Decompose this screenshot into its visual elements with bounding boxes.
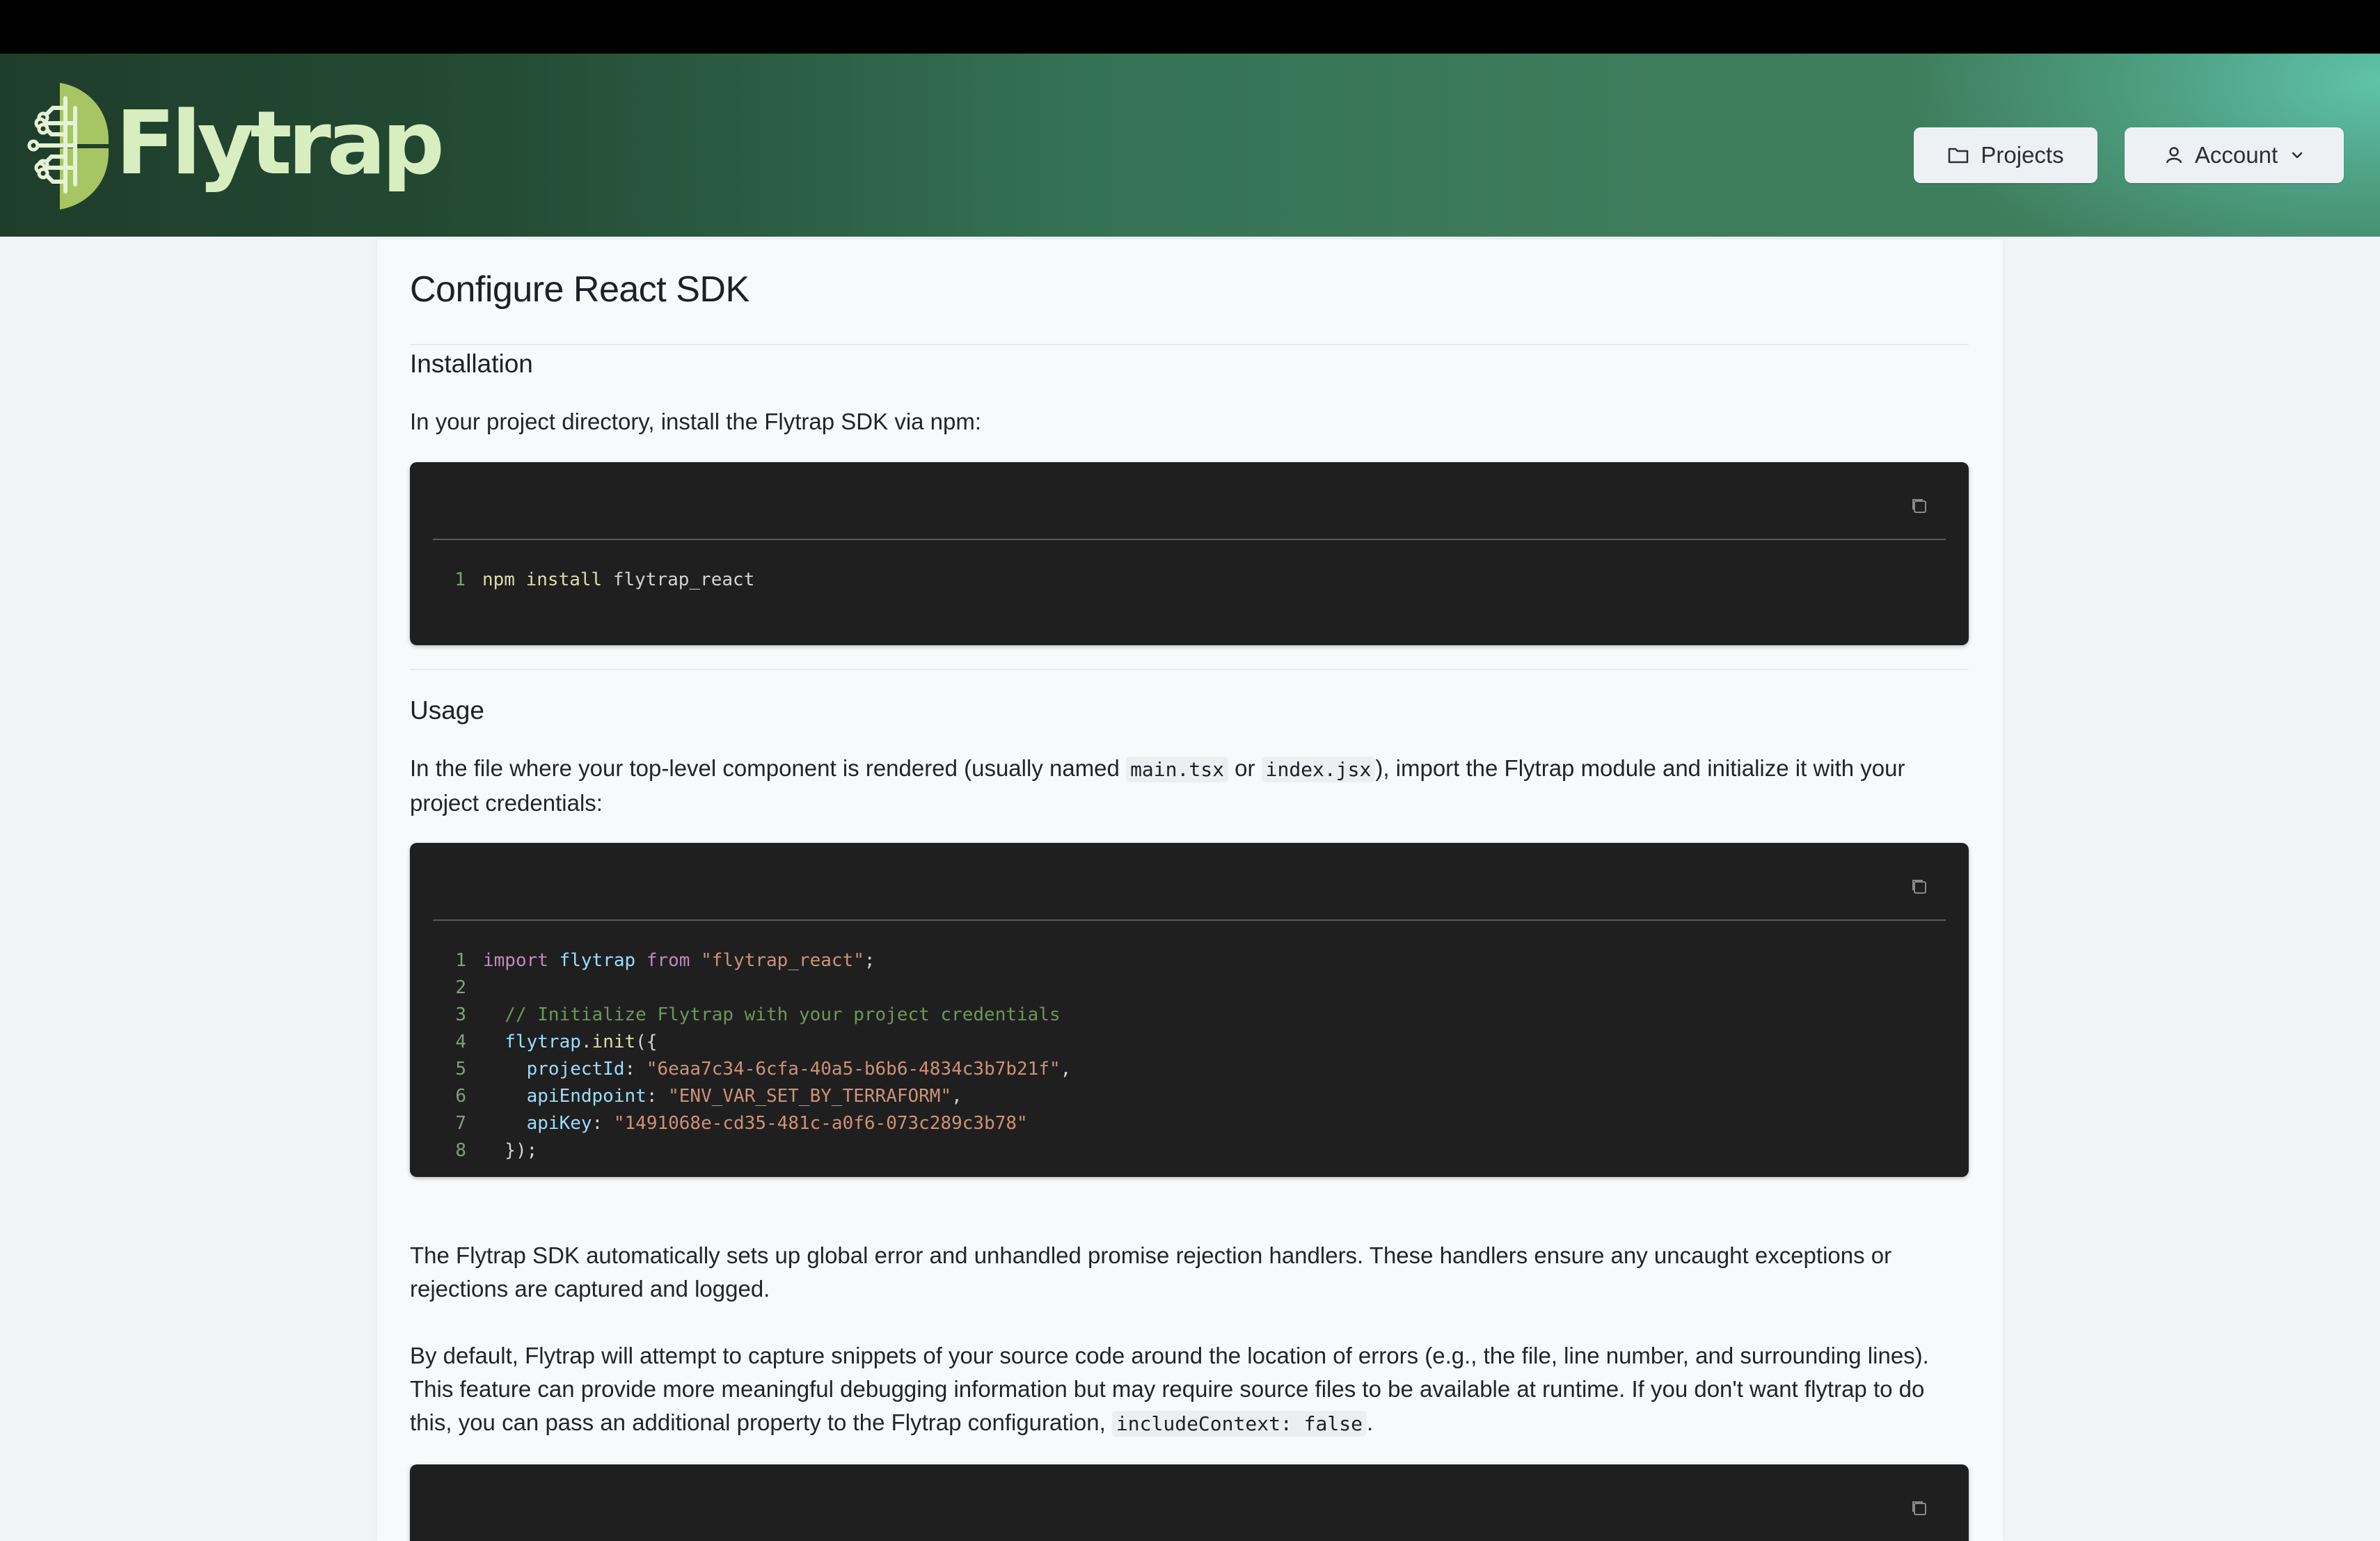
inline-code: main.tsx bbox=[1126, 757, 1228, 782]
code-token: . bbox=[580, 1032, 592, 1052]
code-line: 6 apiEndpoint: "ENV_VAR_SET_BY_TERRAFORM… bbox=[433, 1083, 1071, 1110]
usage-text-part: or bbox=[1228, 755, 1262, 781]
copy-icon[interactable] bbox=[1909, 876, 1930, 897]
code-token: flytrap bbox=[483, 1032, 581, 1052]
code-token: : bbox=[624, 1059, 646, 1080]
code-comment: // Initialize Flytrap with your project … bbox=[483, 1004, 1061, 1025]
usage-code-block: 1 import flytrap from "flytrap_react"; 2 3 … bbox=[410, 843, 1969, 1177]
line-number: 4 bbox=[455, 1032, 466, 1052]
projects-button-label: Projects bbox=[1981, 142, 2064, 168]
line-number: 2 bbox=[455, 977, 466, 998]
installation-text: In your project directory, install the F… bbox=[410, 409, 982, 434]
code-token: ({ bbox=[635, 1032, 658, 1052]
top-black-bar bbox=[0, 0, 2380, 54]
error-handlers-text: The Flytrap SDK automatically sets up gl… bbox=[410, 1242, 1892, 1302]
copy-icon[interactable] bbox=[1909, 496, 1930, 516]
code-token: init bbox=[592, 1032, 636, 1052]
code-token: npm bbox=[482, 569, 515, 590]
inline-code: index.jsx bbox=[1261, 757, 1376, 782]
code-line: 8 }); bbox=[433, 1137, 1071, 1164]
code-line: 7 apiKey: "1491068e-cd35-481c-a0f6-073c2… bbox=[433, 1110, 1071, 1137]
account-button-label: Account bbox=[2194, 142, 2278, 168]
app-header: Flytrap Projects Account bbox=[0, 54, 2380, 237]
usage-text-part: In the file where your top-level compone… bbox=[410, 755, 1127, 781]
usage-heading: Usage bbox=[410, 696, 484, 725]
code-token: "6eaa7c34-6cfa-40a5-b6b6-4834c3b7b21f" bbox=[646, 1059, 1061, 1080]
code-content: 1 import flytrap from "flytrap_react"; 2 3 … bbox=[433, 947, 1071, 1164]
line-number: 3 bbox=[455, 1004, 466, 1025]
content-panel: Configure React SDK Installation In your… bbox=[377, 239, 2003, 1541]
brand-name: Flytrap bbox=[116, 91, 445, 194]
projects-button[interactable]: Projects bbox=[1914, 127, 2097, 183]
code-token: : bbox=[592, 1113, 614, 1134]
code-token: , bbox=[1060, 1059, 1072, 1080]
code-token: "ENV_VAR_SET_BY_TERRAFORM" bbox=[668, 1086, 952, 1107]
brand-logo[interactable]: Flytrap bbox=[26, 79, 445, 211]
page-title: Configure React SDK bbox=[410, 269, 749, 310]
code-token: flytrap_react bbox=[612, 569, 755, 590]
code-token: apiEndpoint bbox=[483, 1086, 646, 1107]
code-token: flytrap bbox=[548, 950, 646, 971]
line-number: 5 bbox=[455, 1059, 466, 1080]
user-icon bbox=[2166, 147, 2182, 164]
source-context-text-part: . bbox=[1366, 1409, 1374, 1435]
code-content: 1 npm install flytrap_react bbox=[450, 567, 754, 594]
code-header-separator bbox=[433, 539, 1946, 540]
usage-text: In the file where your top-level compone… bbox=[410, 752, 1973, 820]
code-token: , bbox=[951, 1086, 962, 1107]
divider bbox=[410, 669, 1969, 670]
code-token: projectId bbox=[483, 1059, 625, 1080]
line-number: 6 bbox=[455, 1086, 466, 1107]
install-code-block: 1 npm install flytrap_react bbox=[410, 462, 1969, 645]
code-token: : bbox=[646, 1086, 669, 1107]
code-line: 1 npm install flytrap_react bbox=[450, 567, 754, 594]
inline-code: includeContext: false bbox=[1111, 1411, 1367, 1437]
chevron-down-icon bbox=[2292, 152, 2303, 159]
code-token: import bbox=[483, 950, 548, 971]
code-line: 1 import flytrap from "flytrap_react"; bbox=[433, 947, 1071, 974]
installation-heading: Installation bbox=[410, 349, 533, 378]
account-menu-button[interactable]: Account bbox=[2125, 127, 2344, 183]
flytrap-logo-icon bbox=[27, 83, 109, 210]
line-number: 1 bbox=[454, 569, 466, 590]
line-number: 8 bbox=[455, 1140, 466, 1161]
source-context-text: By default, Flytrap will attempt to capt… bbox=[410, 1339, 1973, 1441]
copy-icon[interactable] bbox=[1909, 1498, 1930, 1519]
code-token: install bbox=[525, 569, 603, 590]
code-token: "1491068e-cd35-481c-a0f6-073c289c3b78" bbox=[613, 1113, 1028, 1134]
code-line: 5 projectId: "6eaa7c34-6cfa-40a5-b6b6-48… bbox=[433, 1056, 1071, 1083]
line-number: 1 bbox=[455, 950, 466, 971]
divider bbox=[410, 344, 1969, 345]
code-line: 4 flytrap.init({ bbox=[433, 1029, 1071, 1056]
code-header-separator bbox=[433, 919, 1946, 921]
code-line: 3 // Initialize Flytrap with your projec… bbox=[433, 1002, 1071, 1029]
code-token: apiKey bbox=[483, 1113, 592, 1134]
code-token: }); bbox=[483, 1140, 538, 1161]
code-token: ; bbox=[864, 950, 875, 971]
folder-icon bbox=[1949, 148, 1969, 164]
code-line: 2 bbox=[433, 974, 1071, 1002]
line-number: 7 bbox=[455, 1113, 466, 1134]
code-token: from bbox=[646, 950, 690, 971]
config-code-block bbox=[410, 1464, 1969, 1541]
code-token: "flytrap_react" bbox=[690, 950, 864, 971]
